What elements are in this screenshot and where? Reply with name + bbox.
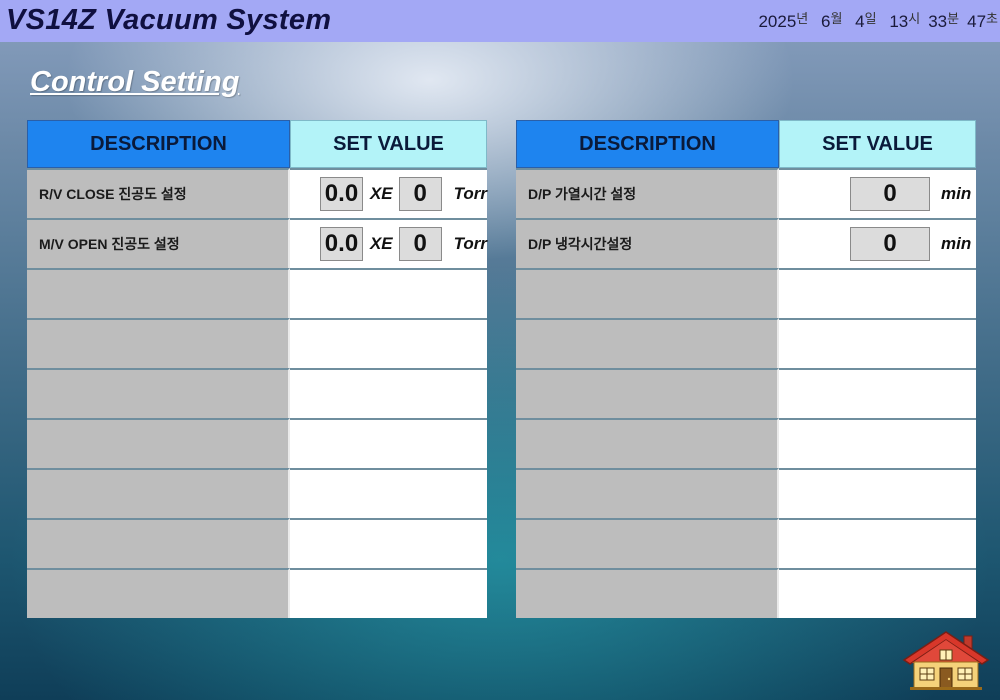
- clock-second: 47: [967, 12, 987, 31]
- exponent-label: XE: [369, 234, 393, 253]
- mv-open-exponent-input[interactable]: 0: [398, 227, 442, 261]
- empty-description-cell: [27, 318, 290, 368]
- empty-row: [516, 268, 976, 318]
- empty-row: [516, 418, 976, 468]
- empty-row: [27, 268, 487, 318]
- table-row: D/P 가열시간 설정 0 min: [516, 168, 976, 218]
- datetime-display: 2025년 6월 4일 13시 33분 47초: [758, 8, 998, 32]
- house-icon: [902, 631, 990, 690]
- app-title: VS14Z Vacuum System: [6, 4, 332, 36]
- set-value-column-header: SET VALUE: [779, 120, 976, 168]
- empty-value-cell: [779, 518, 976, 568]
- empty-description-cell: [27, 468, 290, 518]
- empty-row: [516, 568, 976, 618]
- empty-value-cell: [779, 318, 976, 368]
- dp-cooling-time-input[interactable]: 0: [850, 227, 930, 261]
- dp-cooling-time-value: 0 min: [779, 218, 976, 268]
- description-column-header: DESCRIPTION: [516, 120, 779, 168]
- empty-value-cell: [290, 268, 487, 318]
- empty-description-cell: [516, 268, 779, 318]
- empty-row: [516, 318, 976, 368]
- empty-value-cell: [290, 418, 487, 468]
- rv-close-mantissa-input[interactable]: 0.0: [320, 177, 363, 211]
- unit-label: Torr: [453, 184, 487, 203]
- empty-value-cell: [290, 468, 487, 518]
- clock-year-unit: 년: [796, 11, 809, 26]
- empty-row: [27, 418, 487, 468]
- title-bar: VS14Z Vacuum System 2025년 6월 4일 13시 33분 47…: [0, 0, 1000, 42]
- table-row: M/V OPEN 진공도 설정 0.0 XE 0 Torr: [27, 218, 487, 268]
- table-row: R/V CLOSE 진공도 설정 0.0 XE 0 Torr: [27, 168, 487, 218]
- clock-month-unit: 월: [830, 11, 843, 26]
- clock-minute: 33: [928, 12, 948, 31]
- clock-day-unit: 일: [864, 11, 877, 26]
- dp-heating-time-value: 0 min: [779, 168, 976, 218]
- dp-heating-time-label: D/P 가열시간 설정: [516, 168, 779, 218]
- clock-year: 2025: [758, 12, 797, 31]
- empty-value-cell: [779, 268, 976, 318]
- empty-description-cell: [27, 418, 290, 468]
- empty-row: [27, 368, 487, 418]
- empty-description-cell: [516, 418, 779, 468]
- empty-description-cell: [516, 468, 779, 518]
- exponent-label: XE: [369, 184, 393, 203]
- dp-heating-time-input[interactable]: 0: [850, 177, 930, 211]
- empty-row: [516, 468, 976, 518]
- clock-day: 4: [855, 12, 865, 31]
- clock-minute-unit: 분: [947, 11, 960, 26]
- mv-open-vacuum-label: M/V OPEN 진공도 설정: [27, 218, 290, 268]
- empty-description-cell: [27, 568, 290, 618]
- home-button[interactable]: [900, 628, 992, 692]
- page-title: Control Setting: [30, 66, 240, 98]
- rv-close-exponent-input[interactable]: 0: [398, 177, 442, 211]
- empty-description-cell: [27, 518, 290, 568]
- mv-open-vacuum-value: 0.0 XE 0 Torr: [290, 218, 487, 268]
- empty-description-cell: [27, 268, 290, 318]
- diffusion-pump-settings-table: DESCRIPTION SET VALUE D/P 가열시간 설정 0 min …: [516, 120, 976, 618]
- table-header: DESCRIPTION SET VALUE: [516, 120, 976, 168]
- empty-value-cell: [779, 368, 976, 418]
- empty-value-cell: [779, 568, 976, 618]
- empty-value-cell: [779, 468, 976, 518]
- empty-value-cell: [290, 568, 487, 618]
- table-row: D/P 냉각시간설정 0 min: [516, 218, 976, 268]
- rv-close-vacuum-value: 0.0 XE 0 Torr: [290, 168, 487, 218]
- unit-label: min: [941, 234, 972, 253]
- description-column-header: DESCRIPTION: [27, 120, 290, 168]
- empty-row: [27, 318, 487, 368]
- empty-row: [27, 568, 487, 618]
- unit-label: Torr: [453, 234, 487, 253]
- unit-label: min: [941, 184, 972, 203]
- empty-row: [27, 468, 487, 518]
- empty-value-cell: [290, 318, 487, 368]
- empty-description-cell: [516, 318, 779, 368]
- rv-close-vacuum-label: R/V CLOSE 진공도 설정: [27, 168, 290, 218]
- mv-open-mantissa-input[interactable]: 0.0: [320, 227, 363, 261]
- empty-row: [516, 368, 976, 418]
- empty-row: [516, 518, 976, 568]
- clock-hour-unit: 시: [908, 11, 921, 26]
- dp-cooling-time-label: D/P 냉각시간설정: [516, 218, 779, 268]
- empty-value-cell: [779, 418, 976, 468]
- empty-description-cell: [27, 368, 290, 418]
- empty-value-cell: [290, 368, 487, 418]
- table-header: DESCRIPTION SET VALUE: [27, 120, 487, 168]
- empty-row: [27, 518, 487, 568]
- empty-value-cell: [290, 518, 487, 568]
- empty-description-cell: [516, 568, 779, 618]
- empty-description-cell: [516, 368, 779, 418]
- vacuum-settings-table: DESCRIPTION SET VALUE R/V CLOSE 진공도 설정 0…: [27, 120, 487, 618]
- clock-hour: 13: [889, 12, 909, 31]
- clock-second-unit: 초: [986, 11, 998, 26]
- set-value-column-header: SET VALUE: [290, 120, 487, 168]
- empty-description-cell: [516, 518, 779, 568]
